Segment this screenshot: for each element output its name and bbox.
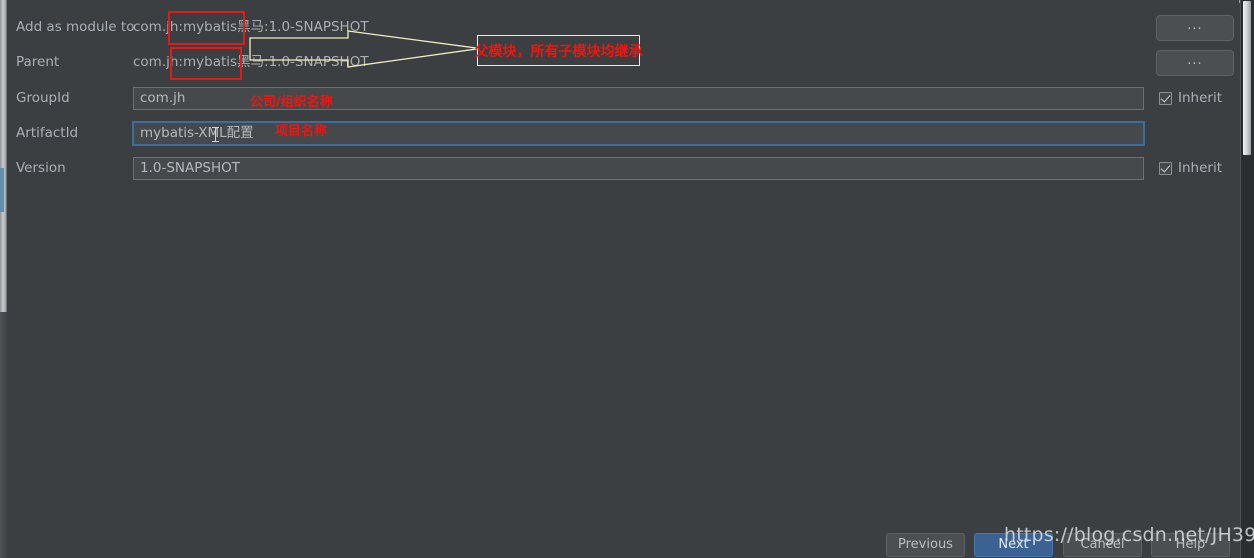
watermark-text: https://blog.csdn.net/JH39456194 bbox=[1004, 524, 1254, 546]
checkbox-box-icon bbox=[1159, 91, 1172, 105]
annotation-callout-parent-module: 父模块，所有子模块均继承 bbox=[475, 35, 643, 66]
label-parent: Parent bbox=[16, 54, 60, 70]
label-add-as-module-to: Add as module to bbox=[16, 19, 135, 35]
version-inherit-checkbox[interactable]: Inherit bbox=[1159, 158, 1222, 178]
previous-button[interactable]: Previous bbox=[886, 533, 965, 557]
annotation-box-parent-coordinate-1 bbox=[168, 11, 245, 45]
parent-browse-button[interactable]: ... bbox=[1156, 50, 1234, 76]
label-artifactid: ArtifactId bbox=[16, 125, 79, 141]
label-version: Version bbox=[16, 160, 66, 176]
annotation-arrow-icon bbox=[249, 30, 477, 68]
vertical-scrollbar-track[interactable] bbox=[1241, 0, 1254, 558]
add-as-module-to-browse-button[interactable]: ... bbox=[1156, 15, 1234, 41]
version-input[interactable]: 1.0-SNAPSHOT bbox=[133, 157, 1144, 180]
groupid-inherit-checkbox[interactable]: Inherit bbox=[1159, 88, 1222, 108]
window-left-edge-lower bbox=[0, 312, 7, 558]
window-right-border bbox=[1240, 0, 1241, 558]
annotation-artifactid-note: 项目名称 bbox=[275, 124, 328, 139]
window-left-accent bbox=[0, 168, 4, 212]
maven-new-module-dialog: Add as module to com.jh:mybatis黑马:1.0-SN… bbox=[0, 0, 1254, 558]
checkbox-box-icon bbox=[1159, 161, 1172, 175]
text-caret bbox=[212, 127, 219, 142]
groupid-input-value: com.jh bbox=[140, 90, 186, 106]
version-inherit-label: Inherit bbox=[1178, 160, 1222, 176]
annotation-box-parent-coordinate-2 bbox=[170, 47, 242, 80]
annotation-groupid-note: 公司/组织名称 bbox=[250, 95, 333, 110]
version-input-value: 1.0-SNAPSHOT bbox=[140, 160, 240, 176]
window-right-hairline bbox=[1239, 0, 1240, 3]
label-groupid: GroupId bbox=[16, 90, 70, 106]
vertical-scrollbar-thumb[interactable] bbox=[1243, 1, 1251, 155]
artifactid-input-value: mybatis-XML配置 bbox=[140, 125, 254, 141]
groupid-inherit-label: Inherit bbox=[1178, 90, 1222, 106]
